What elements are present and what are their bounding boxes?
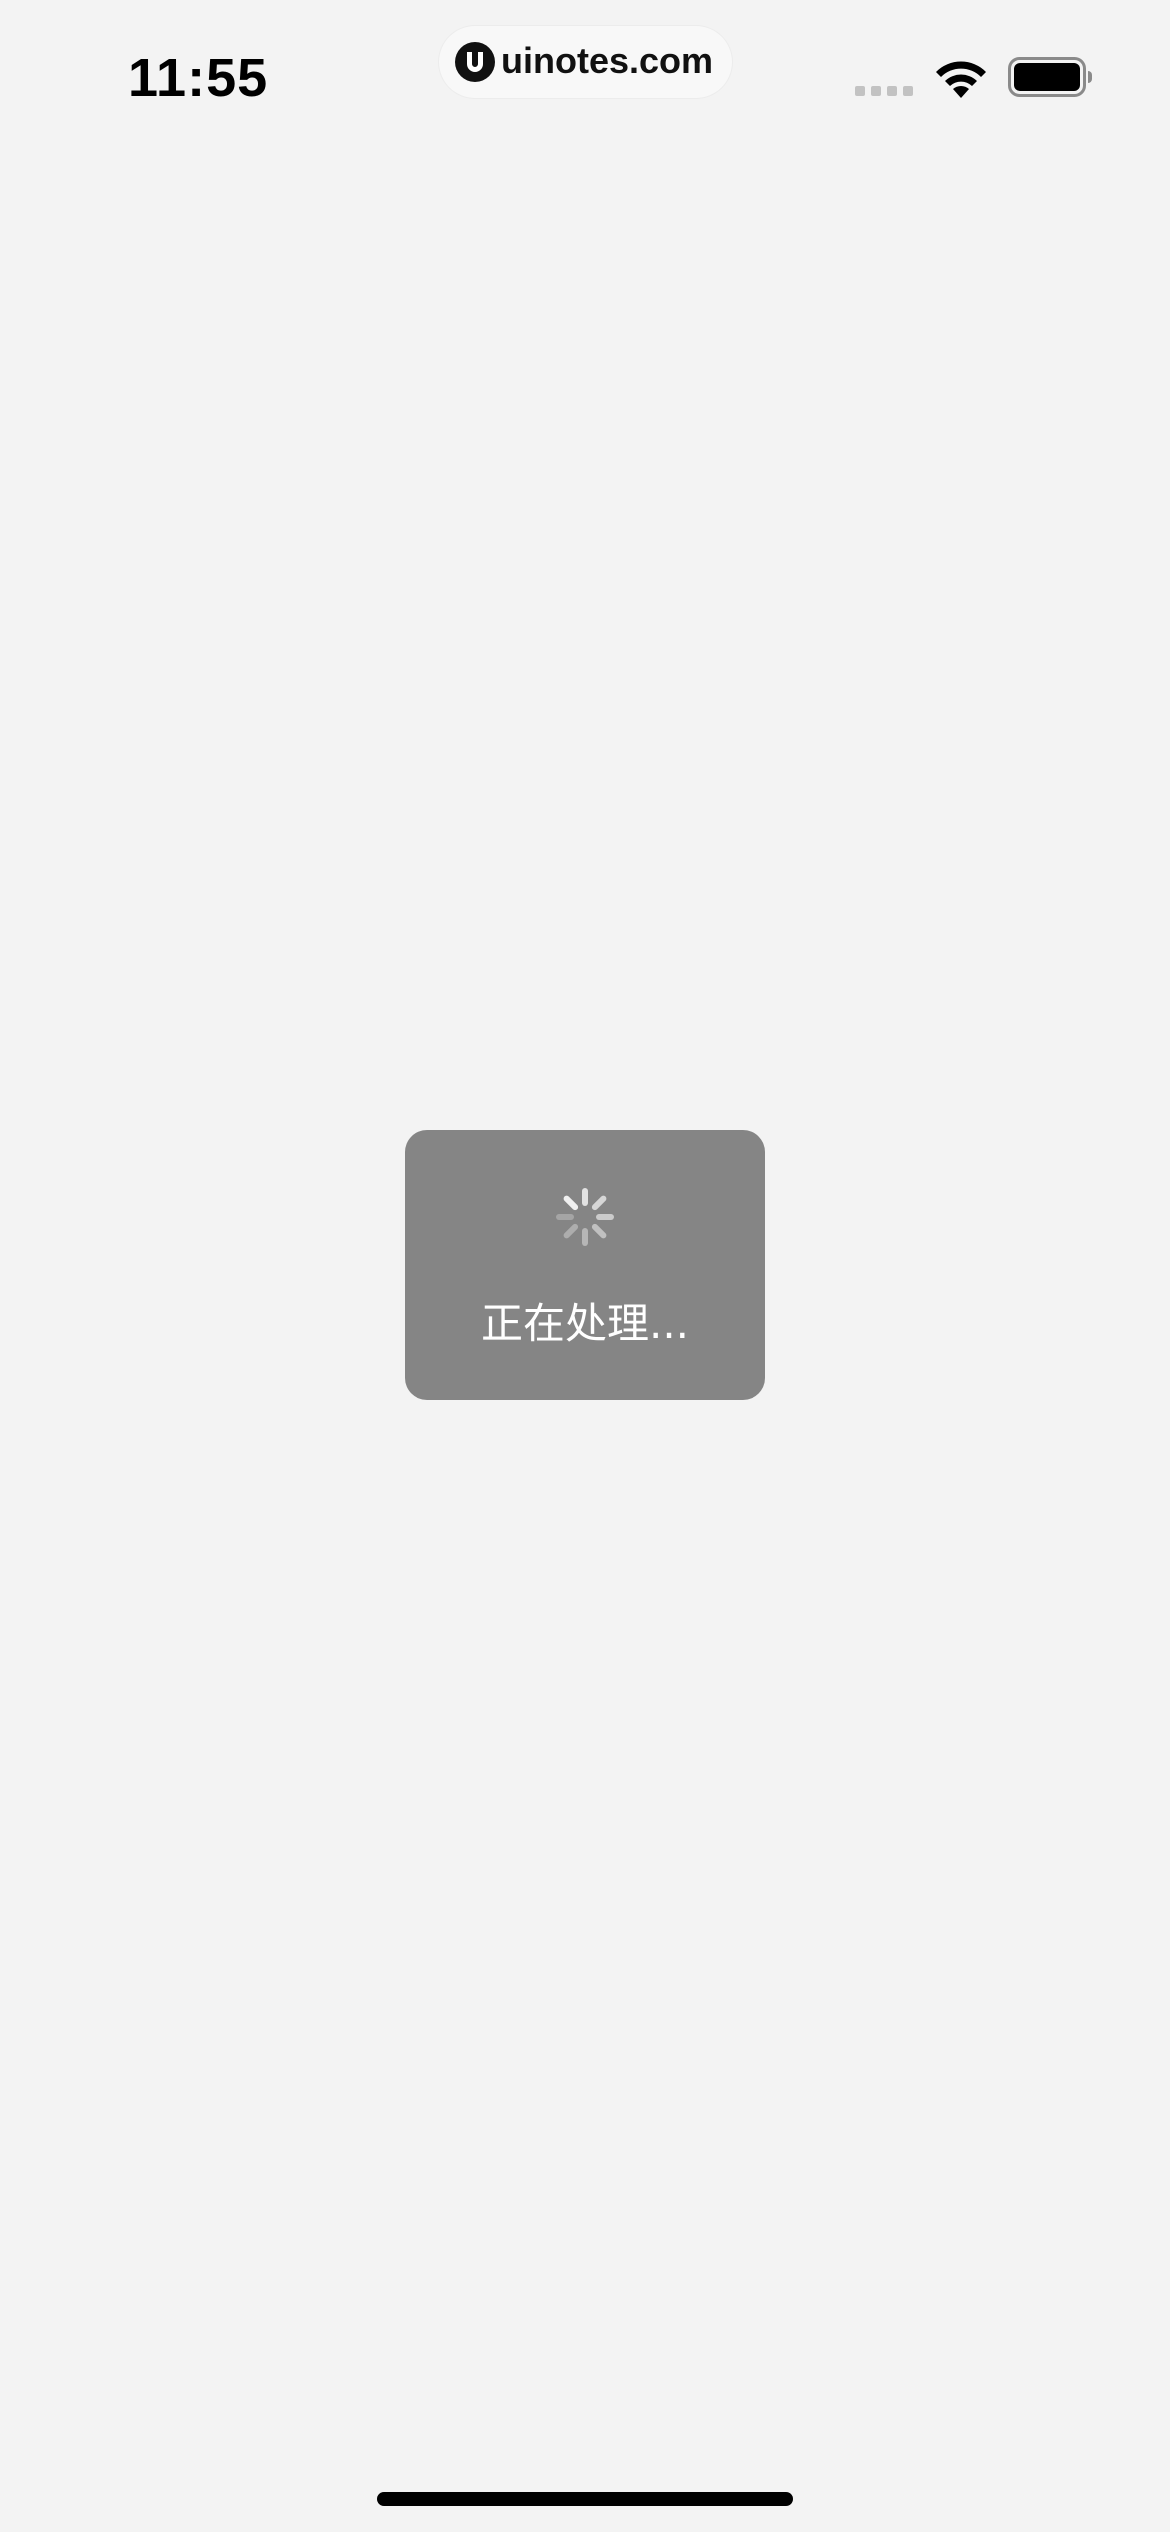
url-pill[interactable]: uinotes.com <box>439 26 732 98</box>
status-time: 11:55 <box>128 48 269 108</box>
signal-dots-icon <box>855 86 913 96</box>
toast-message: 正在处理... <box>480 1299 690 1348</box>
loading-spinner-icon <box>556 1188 614 1246</box>
uinotes-logo-icon <box>455 42 495 82</box>
home-indicator[interactable] <box>377 2492 793 2506</box>
loading-toast: 正在处理... <box>405 1130 765 1400</box>
battery-icon <box>1008 57 1092 97</box>
url-text: uinotes.com <box>501 40 714 81</box>
wifi-icon <box>936 61 986 98</box>
